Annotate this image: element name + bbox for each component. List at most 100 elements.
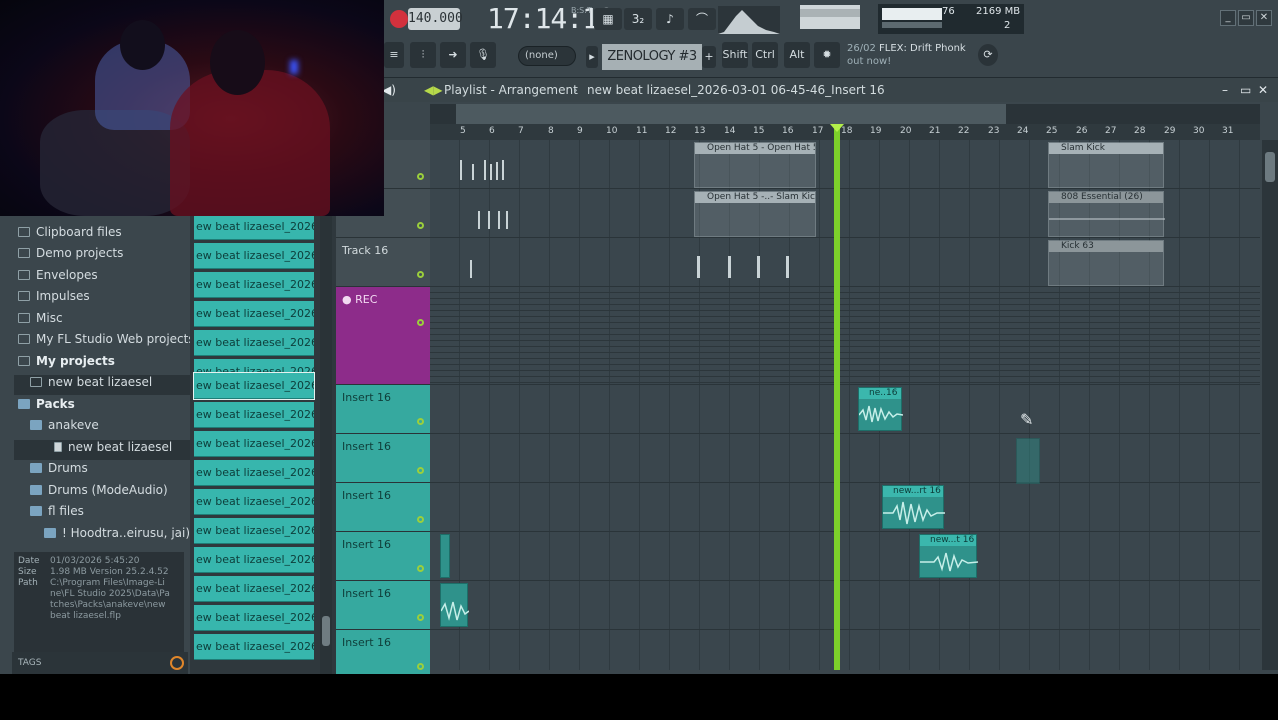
pattern-selector[interactable]: (none) <box>518 46 576 66</box>
clip-item[interactable]: ew beat lizaesel_2026-... <box>194 301 314 327</box>
close-button[interactable]: ✕ <box>1256 10 1272 26</box>
clip-item[interactable]: ew beat lizaesel_2026-... <box>194 431 314 457</box>
news-panel[interactable]: 26/02 FLEX: Drift Phonk out now! <box>847 42 966 68</box>
clip-item[interactable]: ew beat lizaesel_2026-... <box>194 518 314 544</box>
news-title: FLEX: Drift Phonk <box>879 43 966 54</box>
time-unit-label: B:S:T <box>571 6 592 15</box>
browser-item[interactable]: Demo projects <box>18 246 123 266</box>
browser-item[interactable]: ! Hoodtra..eirusu, jai) <box>44 526 190 546</box>
clip-item[interactable]: ew beat lizaesel_2026-... <box>194 605 314 631</box>
clip-list-scrollbar[interactable] <box>320 216 332 674</box>
clip-item[interactable]: ew beat lizaesel_2026-... <box>194 330 314 356</box>
pattern-clip[interactable] <box>440 240 480 286</box>
news-icon[interactable]: ✹ <box>814 42 840 68</box>
clip-item[interactable]: ew beat lizaesel_2026-... <box>194 243 314 269</box>
track-header[interactable]: Insert 16 <box>336 434 430 483</box>
browser-item[interactable]: Misc <box>18 311 63 331</box>
playlist-scrollbar[interactable] <box>1262 140 1278 670</box>
pattern-clip[interactable] <box>476 191 510 237</box>
playlist-breadcrumb[interactable]: new beat lizaesel_2026-03-01 06-45-46_In… <box>587 78 885 102</box>
clip-item[interactable]: ew beat lizaesel_2026-... <box>194 214 314 240</box>
menu-icon[interactable]: ≡ <box>384 42 404 68</box>
audio-clip-ghost[interactable] <box>1016 438 1040 484</box>
browser-item[interactable]: anakeve <box>30 418 99 438</box>
clip-item[interactable]: ew beat lizaesel_2026-... <box>194 489 314 515</box>
clip-item[interactable]: ew beat lizaesel_2026-... <box>194 272 314 298</box>
add-icon[interactable]: + <box>702 46 716 68</box>
pattern-clip[interactable]: 808 Essential (26) <box>1048 191 1165 237</box>
microphone-icon[interactable]: 🎙 <box>470 42 496 68</box>
clip-item[interactable]: ew beat lizaesel_2026-... <box>193 372 315 400</box>
polyphony-count: 2 <box>1004 20 1011 31</box>
timeline-ruler[interactable]: 5 6 7 8 9 10 11 12 13 14 15 16 17 18 19 … <box>430 124 1260 140</box>
metronome-icon[interactable]: ♪ <box>656 8 684 30</box>
browser-item[interactable]: new beat lizaesel <box>14 375 190 395</box>
typing-keyboard-icon[interactable]: ▦ <box>594 8 622 30</box>
audio-clip[interactable] <box>440 583 469 627</box>
countdown-icon[interactable]: ⌒ <box>688 8 716 30</box>
clip-item[interactable]: ew beat lizaesel_2026-... <box>194 547 314 573</box>
browser-item[interactable]: Drums (ModeAudio) <box>30 483 168 503</box>
audio-clip[interactable] <box>440 534 450 578</box>
pattern-clip[interactable] <box>458 142 512 188</box>
pattern-clip[interactable]: Open Hat 5 -..- Slam Kick <box>694 191 816 237</box>
ctrl-key-button[interactable]: Ctrl <box>752 42 778 68</box>
tags-bar[interactable]: TAGS <box>12 652 188 674</box>
track-header[interactable]: Insert 16 <box>336 385 430 434</box>
pattern-clip[interactable] <box>694 240 794 286</box>
minimize-icon[interactable]: – <box>1222 78 1228 102</box>
clip-item[interactable]: ew beat lizaesel_2026-... <box>194 460 314 486</box>
news-date: 26/02 <box>847 43 876 54</box>
cpu-meter: 76 2169 MB 2 <box>878 4 1024 34</box>
browser-item[interactable]: Drums <box>30 461 88 481</box>
prev-arrow-icon[interactable]: ▸ <box>586 46 598 68</box>
browser-item[interactable]: Clipboard files <box>18 225 122 245</box>
browser-item[interactable]: Envelopes <box>18 268 98 288</box>
playlist-overview[interactable] <box>430 104 1260 124</box>
mixer-icon[interactable]: ⫶ <box>410 42 436 68</box>
track-header[interactable]: Insert 16 <box>336 532 430 581</box>
clip-item[interactable]: ew beat lizaesel_2026-... <box>194 402 314 428</box>
clip-item[interactable]: ew beat lizaesel_2026-... <box>194 576 314 602</box>
fl-studio-window: 140.000 17:14:10 B:S:T ▦ 3₂ ♪ ⌒ 76 2169 … <box>0 0 1278 674</box>
grid-row-rec <box>430 287 1260 385</box>
audio-clip[interactable]: new...rt 16 <box>882 485 945 529</box>
browser-item[interactable]: Impulses <box>18 289 90 309</box>
close-icon[interactable]: ✕ <box>1258 78 1268 102</box>
pattern-clip[interactable]: Slam Kick <box>1048 142 1164 188</box>
playlist-arrangement: ◀) ◀▶ Playlist - Arrangement › new beat … <box>336 78 1278 674</box>
minimize-button[interactable]: _ <box>1220 10 1236 26</box>
track-header-rec[interactable]: ● REC <box>336 287 430 385</box>
webcam-overlay <box>0 0 384 216</box>
track-header[interactable]: Insert 16 <box>336 483 430 532</box>
track-header[interactable]: Track 16 <box>336 238 430 287</box>
playlist-arrow-icon: ◀▶ <box>424 83 443 97</box>
pattern-clip[interactable]: Kick 63 <box>1048 240 1164 286</box>
playhead[interactable] <box>830 124 844 670</box>
track-header[interactable]: Insert 16 <box>336 581 430 630</box>
browser-item[interactable]: My FL Studio Web projects <box>18 332 195 352</box>
track-header[interactable]: Insert 16 <box>336 630 430 674</box>
grid-row <box>430 434 1260 483</box>
clip-list: ew beat lizaesel_2026-... ew beat lizaes… <box>190 214 336 674</box>
maximize-icon[interactable]: ▭ <box>1240 78 1251 102</box>
browser-item[interactable]: Packs <box>18 397 75 417</box>
shift-key-button[interactable]: Shift <box>722 42 748 68</box>
update-icon[interactable]: ⟳ <box>978 44 998 66</box>
browser-item[interactable]: new beat lizaesel <box>14 440 190 460</box>
clip-item[interactable]: ew beat lizaesel_2026-... <box>194 634 314 660</box>
arrow-right-icon[interactable]: ➜ <box>440 42 466 68</box>
instrument-selector[interactable]: ZENOLOGY #3 <box>602 44 702 70</box>
browser-item[interactable]: My projects <box>18 354 115 374</box>
record-button[interactable] <box>390 10 408 28</box>
step-edit-icon[interactable]: 3₂ <box>624 8 652 30</box>
browser-item[interactable]: fl files <box>30 504 84 524</box>
audio-clip[interactable]: new...t 16 <box>919 534 978 578</box>
speaker-icon[interactable]: ◀) <box>382 78 396 102</box>
search-icon[interactable] <box>170 656 184 670</box>
audio-clip[interactable]: ne..16 <box>858 387 903 431</box>
alt-key-button[interactable]: Alt <box>784 42 810 68</box>
tempo-display[interactable]: 140.000 <box>408 8 463 30</box>
pattern-clip[interactable]: Open Hat 5 - Open Hat 5 <box>694 142 816 188</box>
maximize-button[interactable]: ▭ <box>1238 10 1254 26</box>
